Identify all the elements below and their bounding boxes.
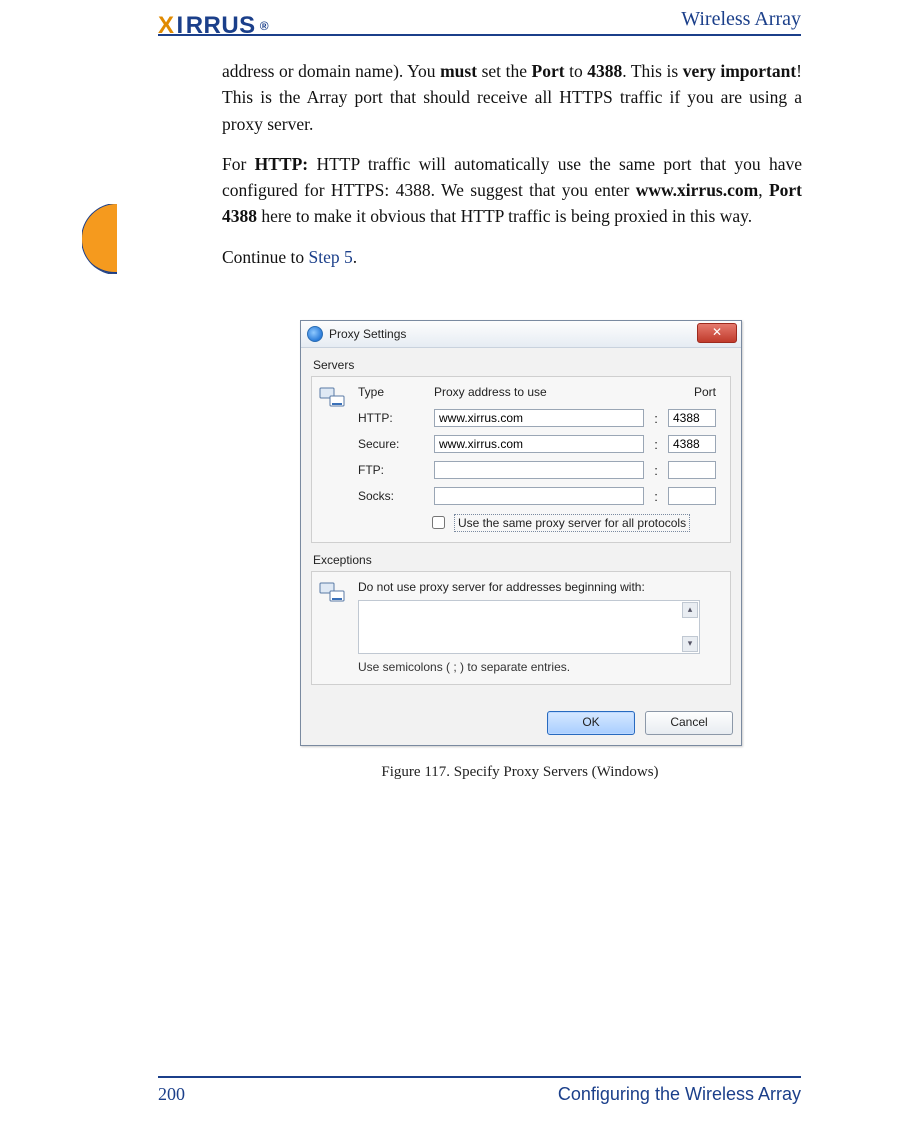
- ftp-label: FTP:: [358, 463, 428, 477]
- exceptions-textarea[interactable]: ▴ ▾: [358, 600, 700, 654]
- http-label: HTTP:: [358, 411, 428, 425]
- proxy-settings-dialog: Proxy Settings ✕ Servers Type Proxy addr…: [300, 320, 742, 746]
- step-5-link[interactable]: Step 5: [309, 247, 353, 267]
- secure-label: Secure:: [358, 437, 428, 451]
- col-address: Proxy address to use: [434, 385, 644, 399]
- paragraph-3: Continue to Step 5.: [222, 244, 802, 270]
- same-proxy-label: Use the same proxy server for all protoc…: [454, 514, 690, 532]
- proxy-header-row: Type Proxy address to use Port: [358, 385, 722, 399]
- figure-proxy-dialog: Proxy Settings ✕ Servers Type Proxy addr…: [300, 320, 740, 781]
- secure-port-input[interactable]: [668, 435, 716, 453]
- servers-group: Type Proxy address to use Port HTTP: : S…: [311, 376, 731, 543]
- ftp-address-input[interactable]: [434, 461, 644, 479]
- proxy-row-socks: Socks: :: [358, 487, 722, 505]
- registered-mark: ®: [260, 19, 269, 33]
- colon: :: [650, 411, 662, 426]
- col-type: Type: [358, 385, 428, 399]
- same-proxy-checkbox[interactable]: [432, 516, 445, 529]
- close-button[interactable]: ✕: [697, 323, 737, 343]
- col-port: Port: [668, 385, 716, 399]
- proxy-row-http: HTTP: :: [358, 409, 722, 427]
- scroll-up-icon[interactable]: ▴: [682, 602, 698, 618]
- section-tab-icon: [82, 204, 152, 274]
- paragraph-2: For HTTP: HTTP traffic will automaticall…: [222, 151, 802, 230]
- dialog-button-row: OK Cancel: [301, 705, 741, 745]
- header-doc-title: Wireless Array: [681, 8, 801, 31]
- servers-group-label: Servers: [313, 358, 731, 372]
- footer-section-title: Configuring the Wireless Array: [558, 1084, 801, 1105]
- http-port-input[interactable]: [668, 409, 716, 427]
- cancel-button[interactable]: Cancel: [645, 711, 733, 735]
- ftp-port-input[interactable]: [668, 461, 716, 479]
- proxy-row-ftp: FTP: :: [358, 461, 722, 479]
- page-number: 200: [158, 1084, 185, 1105]
- footer-rule: [158, 1076, 801, 1078]
- exceptions-hint: Use semicolons ( ; ) to separate entries…: [358, 660, 722, 674]
- scroll-down-icon[interactable]: ▾: [682, 636, 698, 652]
- network-icon: [318, 385, 346, 413]
- http-address-input[interactable]: [434, 409, 644, 427]
- figure-caption: Figure 117. Specify Proxy Servers (Windo…: [300, 764, 740, 781]
- dialog-title: Proxy Settings: [329, 327, 406, 341]
- exceptions-group: Do not use proxy server for addresses be…: [311, 571, 731, 685]
- dialog-titlebar: Proxy Settings ✕: [301, 321, 741, 348]
- ok-button[interactable]: OK: [547, 711, 635, 735]
- socks-port-input[interactable]: [668, 487, 716, 505]
- exceptions-label: Do not use proxy server for addresses be…: [358, 580, 722, 594]
- paragraph-1: address or domain name). You must set th…: [222, 58, 802, 137]
- secure-address-input[interactable]: [434, 435, 644, 453]
- same-proxy-row: Use the same proxy server for all protoc…: [428, 513, 722, 532]
- body-text: address or domain name). You must set th…: [222, 58, 802, 284]
- exceptions-group-label: Exceptions: [313, 553, 731, 567]
- proxy-row-secure: Secure: :: [358, 435, 722, 453]
- globe-icon: [307, 326, 323, 342]
- socks-label: Socks:: [358, 489, 428, 503]
- network-icon: [318, 580, 346, 608]
- socks-address-input[interactable]: [434, 487, 644, 505]
- header-rule: [158, 34, 801, 36]
